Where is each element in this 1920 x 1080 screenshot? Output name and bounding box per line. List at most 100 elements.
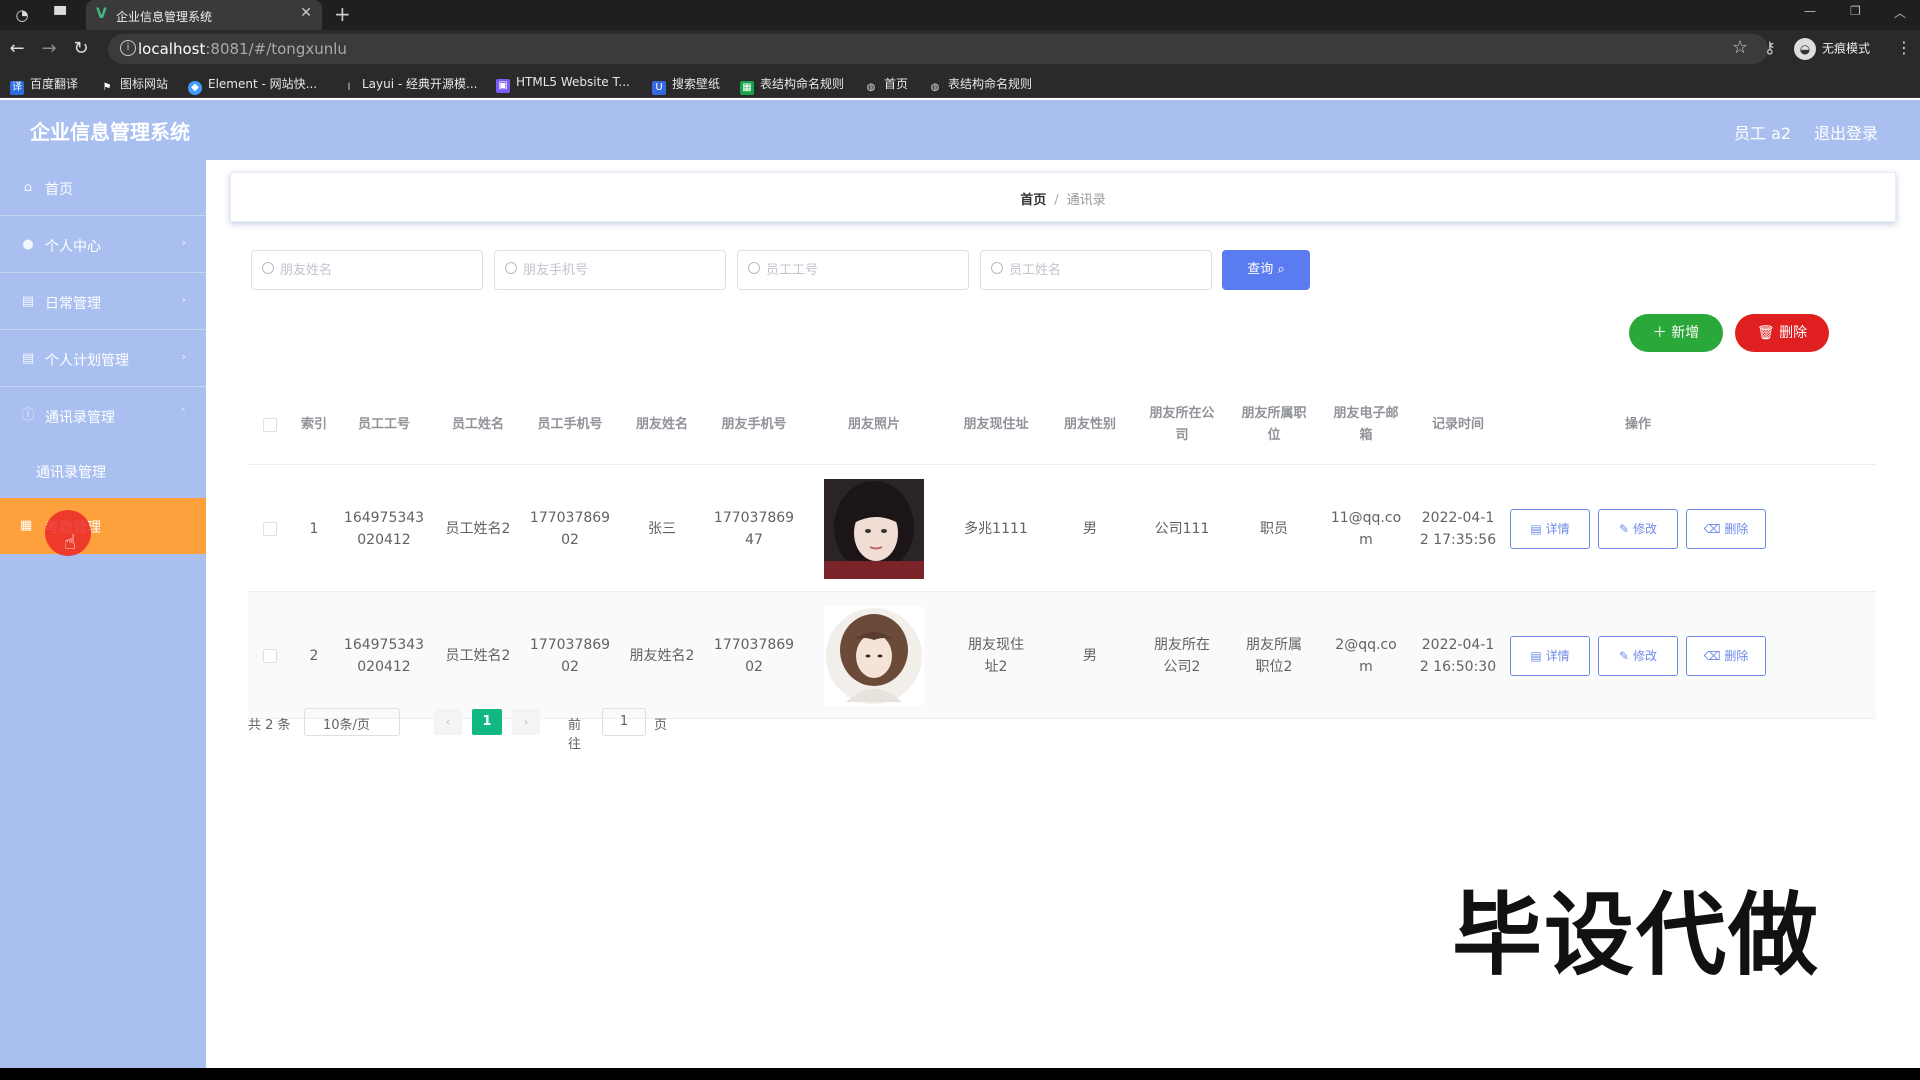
batch-delete-button[interactable]: 🗑 删除 [1735, 314, 1829, 352]
column-header: 朋友手机号 [721, 417, 787, 432]
bookmarks-bar: 译百度翻译 ⚑ 图标网站 ◆ Element - 网站快... l Layui - 经… [0, 68, 1920, 98]
grid-icon: ▦ [20, 518, 33, 533]
column-header: 员工姓名 [451, 417, 504, 432]
add-button[interactable]: ＋ 新增 [1629, 314, 1723, 352]
logout-link[interactable]: 退出登录 [1814, 120, 1878, 144]
prev-page-button[interactable]: ‹ [434, 709, 462, 735]
bookmark-star-icon[interactable]: ☆ [1732, 37, 1748, 58]
sidebar-item-home[interactable]: ⌂ 首页 [0, 160, 206, 216]
tab-overview-icon[interactable]: ▀ [50, 5, 70, 25]
hand-cursor-icon: ☝ [64, 530, 77, 554]
browser-menu-icon[interactable]: ◔ [12, 5, 32, 25]
bookmark-item[interactable]: ▦ 表结构命名规则 [740, 75, 844, 95]
detail-button[interactable]: ▤ 详情 [1510, 635, 1590, 676]
column-header: 朋友照片 [847, 417, 900, 432]
chevron-up-icon[interactable]: ︿ [1894, 4, 1906, 21]
browser-tab[interactable]: V 企业信息管理系统 ✕ [86, 0, 322, 30]
cell-friend-phone: 17703786947 [713, 509, 795, 548]
delete-button[interactable]: ⌫ 删除 [1686, 635, 1766, 676]
cell-friend-name: 张三 [648, 520, 676, 537]
edit-button[interactable]: ✎ 修改 [1598, 635, 1678, 676]
current-page-button[interactable]: 1 [472, 709, 502, 735]
friend-name-input[interactable] [251, 250, 483, 290]
friend-photo [824, 478, 924, 579]
goto-page-input[interactable]: 1 [602, 708, 646, 736]
password-key-icon[interactable]: ⚷ [1764, 38, 1776, 57]
friend-phone-input[interactable] [494, 250, 726, 290]
minimize-icon[interactable]: — [1804, 4, 1816, 18]
back-icon[interactable]: ← [6, 38, 28, 60]
reload-icon[interactable]: ↻ [70, 38, 92, 60]
row-checkbox[interactable] [263, 648, 277, 663]
bookmark-item[interactable]: ⚑ 图标网站 [100, 75, 169, 95]
cell-gender: 男 [1083, 647, 1097, 664]
html5-icon: ▣ [496, 79, 510, 93]
cell-emp-phone: 17703786902 [529, 636, 611, 675]
bookmark-item[interactable]: ◍ 首页 [864, 75, 908, 95]
user-icon: ● [22, 237, 34, 252]
emp-id-field[interactable] [766, 260, 961, 280]
table-row: 1 164975343020412 员工姓名2 17703786902 张三 1… [248, 465, 1876, 592]
emp-id-input[interactable] [737, 250, 969, 290]
cell-emp-name: 员工姓名2 [445, 520, 511, 537]
bookmark-item[interactable]: ▣ HTML5 Website T... [496, 75, 630, 93]
doc-icon: ▤ [21, 294, 35, 309]
bookmark-item[interactable]: ◆ Element - 网站快... [188, 75, 317, 95]
current-user[interactable]: 员工 a2 [1734, 120, 1791, 144]
bookmark-item[interactable]: l Layui - 经典开源模... [342, 75, 478, 95]
doc-icon: ▤ [21, 351, 35, 366]
goto-label: 前往 [568, 718, 582, 752]
friend-name-field[interactable] [280, 260, 475, 280]
sidebar-item-contacts[interactable]: ⓘ 通讯录管理 ˆ [0, 388, 206, 444]
breadcrumb-current: 通讯录 [1066, 193, 1106, 208]
cell-emp-name: 员工姓名2 [445, 647, 511, 664]
sidebar-item-plan[interactable]: ▤ 个人计划管理 › [0, 331, 206, 387]
column-header: 朋友所属职位 [1241, 406, 1307, 443]
friend-phone-field[interactable] [523, 260, 718, 280]
column-header: 朋友现住址 [963, 417, 1029, 432]
cell-index: 1 [309, 520, 319, 537]
sidebar-item-daily[interactable]: ▤ 日常管理 › [0, 274, 206, 330]
document-icon: ▤ [1530, 521, 1542, 536]
more-menu-icon[interactable]: ⋮ [1896, 38, 1912, 57]
sidebar-item-profile[interactable]: ● 个人中心 › [0, 217, 206, 273]
bookmark-item[interactable]: 译百度翻译 [10, 75, 78, 95]
row-checkbox[interactable] [263, 521, 277, 536]
incognito-indicator[interactable]: ◒ 无痕模式 [1794, 38, 1870, 60]
breadcrumb-home[interactable]: 首页 [1020, 193, 1046, 208]
element-icon: ◆ [188, 81, 202, 95]
next-page-button[interactable]: › [512, 709, 540, 735]
sidebar-item-label: 个人计划管理 [45, 353, 129, 369]
sidebar-subitem-label: 通讯录管理 [36, 465, 106, 481]
emp-name-field[interactable] [1009, 260, 1204, 280]
emp-name-input[interactable] [980, 250, 1212, 290]
page-size-select[interactable]: 10条/页 ⌄ [304, 708, 400, 736]
cell-time: 2022-04-12 17:35:56 [1419, 509, 1497, 548]
sidebar-item-attendance[interactable]: ▦ 考勤管理 [0, 498, 206, 554]
select-all-checkbox[interactable] [263, 418, 277, 432]
address-bar[interactable]: i localhost:8081/#/tongxunlu ☆ [108, 34, 1768, 64]
tab-title: 企业信息管理系统 [116, 10, 213, 24]
delete-button[interactable]: ⌫ 删除 [1686, 508, 1766, 549]
site-info-icon[interactable]: i [120, 40, 136, 56]
chevron-down-icon: ⌄ [323, 714, 332, 725]
forward-icon[interactable]: → [38, 38, 60, 60]
cell-email: 2@qq.com [1335, 636, 1397, 675]
new-tab-icon[interactable]: + [334, 3, 351, 25]
column-header: 员工手机号 [537, 417, 603, 432]
trash-icon: ⌫ [1703, 521, 1721, 536]
bookmark-item[interactable]: ◍ 表结构命名规则 [928, 75, 1032, 95]
layui-icon: l [347, 82, 351, 93]
search-icon [748, 262, 760, 274]
restore-icon[interactable]: ❐ [1850, 4, 1861, 18]
detail-button[interactable]: ▤ 详情 [1510, 508, 1590, 549]
column-header: 员工工号 [357, 417, 410, 432]
pencil-icon: ✎ [1619, 648, 1630, 663]
sidebar-subitem-contacts[interactable]: 通讯录管理 [0, 444, 206, 498]
bookmark-item[interactable]: U 搜索壁纸 [652, 75, 720, 95]
close-tab-icon[interactable]: ✕ [300, 5, 312, 21]
address-url: localhost:8081/#/tongxunlu [138, 40, 347, 58]
edit-button[interactable]: ✎ 修改 [1598, 508, 1678, 549]
query-button[interactable]: 查询 ⌕ [1222, 250, 1310, 290]
column-header: 朋友姓名 [635, 417, 688, 432]
